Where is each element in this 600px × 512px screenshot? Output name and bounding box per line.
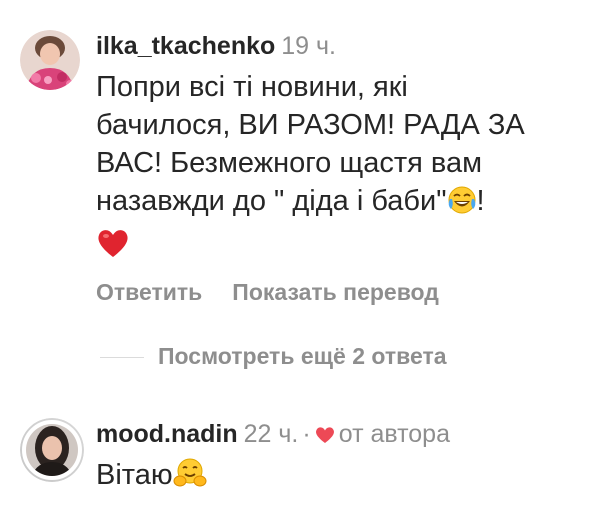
translate-button[interactable]: Показать перевод [232,279,439,306]
divider-line [100,357,144,359]
comment-text-line-last: назавжди до " діда і баби" ! [96,182,580,225]
timestamp: 22 ч. [243,420,299,448]
hugging-face-icon [173,457,207,499]
avatar[interactable] [20,418,84,482]
separator-dot: · [302,420,311,448]
face-with-tears-of-joy-icon [447,185,477,225]
comment-body: ilka_tkachenko 19 ч. Попри всі ті новини,… [96,30,580,306]
comment-body: mood.nadin 22 ч. · от автора Вітаю [96,418,580,499]
username[interactable]: mood.nadin [96,420,238,448]
reply-button[interactable]: Ответить [96,279,202,306]
timestamp: 19 ч. [281,32,336,60]
author-label: от автора [338,420,450,448]
comment-text: Попри всі ті новини, які бачилося, ВИ РА… [96,68,580,225]
comment-text-tail: ! [476,185,485,217]
comment-text-line: Попри всі ті новини, які [96,71,408,103]
comment-text-line: Вітаю [96,459,173,491]
username[interactable]: ilka_tkachenko [96,32,275,60]
view-more-replies-button[interactable]: Посмотреть ещё 2 ответа [100,343,447,370]
comment-header: ilka_tkachenko 19 ч. [96,30,580,62]
comment-text: Вітаю [96,456,580,499]
red-heart-icon [96,227,580,267]
heart-icon [315,420,335,452]
view-more-replies-label: Посмотреть ещё 2 ответа [158,343,447,369]
comment-text-line: назавжди до " діда і баби" [96,185,447,217]
avatar[interactable] [20,30,80,90]
comment-header: mood.nadin 22 ч. · от автора [96,418,580,452]
comment-text-line: бачилося, ВИ РАЗОМ! РАДА ЗА [96,109,525,141]
comment-text-line: ВАС! Безмежного щастя вам [96,147,483,179]
comment-actions: Ответить Показать перевод [96,279,580,306]
